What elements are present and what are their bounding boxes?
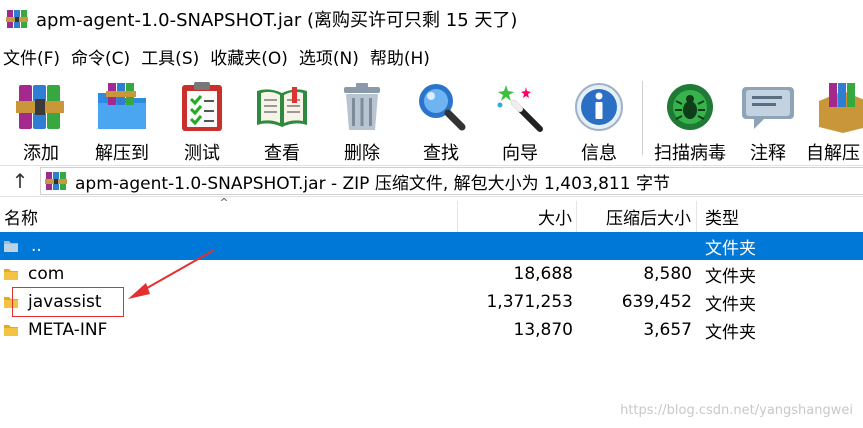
folder-extract-icon <box>98 83 146 129</box>
wizard-label: 向导 <box>502 143 538 164</box>
trash-can-icon <box>344 83 380 130</box>
column-headers: 名称 大小 压缩后大小 类型 <box>0 201 863 233</box>
row-type: 文件夹 <box>705 266 756 287</box>
row-size: 13,870 <box>513 320 573 340</box>
menu-favorites[interactable]: 收藏夹(O) <box>207 44 292 69</box>
magnifier-icon <box>419 84 466 131</box>
column-header-size[interactable]: 大小 <box>458 201 577 232</box>
row-packed: 8,580 <box>643 264 692 284</box>
watermark-text: https://blog.csdn.net/yangshangwei <box>620 403 853 418</box>
column-header-type[interactable]: 类型 <box>697 201 863 232</box>
up-one-level-button[interactable]: ↑ <box>0 166 40 196</box>
row-name: .. <box>31 236 42 256</box>
title-bar: apm-agent-1.0-SNAPSHOT.jar (离购买许可只剩 15 天… <box>0 0 863 38</box>
info-icon <box>575 83 623 131</box>
folder-icon <box>4 325 18 336</box>
books-icon <box>16 85 64 129</box>
table-row-javassist[interactable]: javassist 1,371,253 639,452 文件夹 <box>0 288 863 316</box>
toolbar: 添加 解压到 测试 查看 删除 查找 向导 信息 扫描病毒 注释 自解压 <box>0 73 863 166</box>
virus-scan-icon <box>667 84 713 130</box>
menu-file[interactable]: 文件(F) <box>0 44 64 69</box>
row-type: 文件夹 <box>705 294 756 315</box>
row-size: 1,371,253 <box>486 292 573 312</box>
delete-label: 删除 <box>344 143 380 164</box>
sfx-box-icon <box>819 83 863 133</box>
extract-to-button[interactable]: 解压到 <box>82 73 162 165</box>
info-label: 信息 <box>581 143 617 164</box>
column-header-packed[interactable]: 压缩后大小 <box>577 201 697 232</box>
add-label: 添加 <box>23 143 59 164</box>
menu-tools[interactable]: 工具(S) <box>138 44 203 69</box>
clipboard-check-icon <box>182 82 222 131</box>
path-field[interactable]: apm-agent-1.0-SNAPSHOT.jar - ZIP 压缩文件, 解… <box>40 167 863 195</box>
virus-scan-label: 扫描病毒 <box>654 143 726 164</box>
column-header-name-label: 名称 <box>4 209 38 229</box>
add-button[interactable]: 添加 <box>0 73 82 165</box>
wizard-button[interactable]: 向导 <box>480 73 560 165</box>
row-type: 文件夹 <box>705 238 756 259</box>
column-header-packed-label: 压缩后大小 <box>606 209 691 229</box>
column-header-type-label: 类型 <box>705 209 739 229</box>
row-packed: 639,452 <box>621 292 692 312</box>
comment-label: 注释 <box>750 143 786 164</box>
menu-bar: 文件(F) 命令(C) 工具(S) 收藏夹(O) 选项(N) 帮助(H) <box>0 41 863 71</box>
virus-scan-button[interactable]: 扫描病毒 <box>647 73 733 165</box>
winrar-archive-icon <box>45 172 67 190</box>
delete-button[interactable]: 删除 <box>322 73 402 165</box>
row-type: 文件夹 <box>705 322 756 343</box>
arrow-up-icon: ↑ <box>11 169 29 193</box>
table-row-meta-inf[interactable]: META-INF 13,870 3,657 文件夹 <box>0 316 863 344</box>
row-name: META-INF <box>28 320 108 340</box>
parent-folder-icon <box>4 241 18 252</box>
table-row-parent[interactable]: .. 文件夹 <box>0 232 863 260</box>
comment-button[interactable]: 注释 <box>733 73 803 165</box>
menu-help[interactable]: 帮助(H) <box>367 44 434 69</box>
menu-options[interactable]: 选项(N) <box>296 44 363 69</box>
row-name: com <box>28 264 65 284</box>
info-button[interactable]: 信息 <box>560 73 638 165</box>
sfx-button[interactable]: 自解压 <box>803 73 863 165</box>
window-title: apm-agent-1.0-SNAPSHOT.jar (离购买许可只剩 15 天… <box>36 10 518 31</box>
menu-commands[interactable]: 命令(C) <box>68 44 134 69</box>
table-row-com[interactable]: com 18,688 8,580 文件夹 <box>0 260 863 288</box>
sfx-label: 自解压 <box>806 143 860 164</box>
path-text: apm-agent-1.0-SNAPSHOT.jar - ZIP 压缩文件, 解… <box>75 173 670 194</box>
test-button[interactable]: 测试 <box>162 73 242 165</box>
open-book-icon <box>257 87 307 127</box>
view-label: 查看 <box>264 143 300 164</box>
row-packed: 3,657 <box>643 320 692 340</box>
file-list: .. 文件夹 com 18,688 8,580 文件夹 javassist 1,… <box>0 232 863 344</box>
toolbar-separator <box>642 81 643 155</box>
view-button[interactable]: 查看 <box>242 73 322 165</box>
test-label: 测试 <box>184 143 220 164</box>
column-header-name[interactable]: 名称 <box>0 201 458 232</box>
folder-icon <box>4 269 18 280</box>
magic-wand-icon <box>497 85 543 132</box>
find-button[interactable]: 查找 <box>402 73 480 165</box>
extract-to-label: 解压到 <box>95 143 149 164</box>
winrar-app-icon <box>6 10 28 28</box>
find-label: 查找 <box>423 143 459 164</box>
path-bar: ↑ apm-agent-1.0-SNAPSHOT.jar - ZIP 压缩文件,… <box>0 166 863 197</box>
row-size: 18,688 <box>513 264 573 284</box>
comment-icon <box>742 87 794 129</box>
column-header-size-label: 大小 <box>538 209 572 229</box>
annotation-highlight-box <box>12 287 124 317</box>
